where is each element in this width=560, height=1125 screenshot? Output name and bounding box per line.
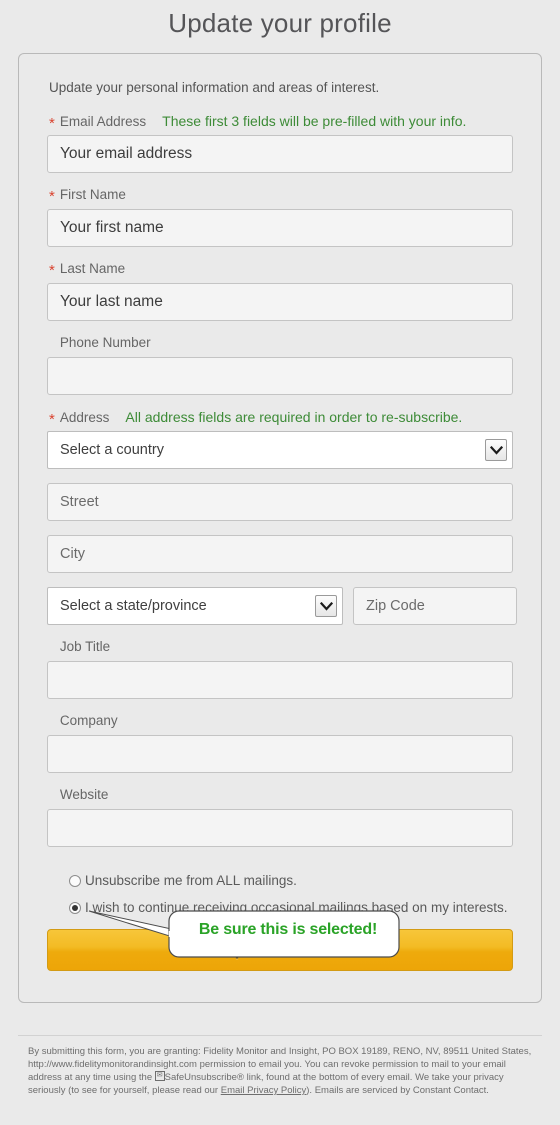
- footer-disclaimer: By submitting this form, you are grantin…: [28, 1045, 532, 1097]
- job-title-label-row: * Job Title: [49, 639, 513, 656]
- website-input[interactable]: [47, 809, 513, 847]
- first-name-input[interactable]: [47, 209, 513, 247]
- radio-label-unsubscribe-all: Unsubscribe me from ALL mailings.: [85, 873, 297, 888]
- chevron-down-icon: [315, 595, 337, 617]
- zip-input[interactable]: [353, 587, 517, 625]
- company-label: Company: [59, 713, 118, 728]
- state-select-value: Select a state/province: [60, 598, 207, 614]
- address-label-row: * Address All address fields are require…: [49, 409, 513, 428]
- country-select[interactable]: Select a country: [47, 431, 513, 469]
- address-label: Address: [59, 410, 110, 425]
- company-label-row: * Company: [49, 713, 513, 730]
- state-zip-row: Select a state/province: [47, 587, 517, 625]
- country-select-value: Select a country: [60, 442, 164, 458]
- footer-text-part3: ). Emails are serviced by Constant Conta…: [306, 1085, 489, 1096]
- envelope-icon: ✉: [154, 1071, 165, 1082]
- radio-label-continue-mailings: I wish to continue receiving occasional …: [85, 900, 508, 915]
- mailing-preference-group: Unsubscribe me from ALL mailings. I wish…: [69, 873, 513, 915]
- radio-icon-selected[interactable]: [69, 901, 81, 914]
- street-input[interactable]: [47, 483, 513, 521]
- website-label-row: * Website: [49, 787, 513, 804]
- phone-input[interactable]: [47, 357, 513, 395]
- form-intro-text: Update your personal information and are…: [49, 80, 380, 95]
- chevron-down-icon: [485, 439, 507, 461]
- first-name-label-row: * First Name: [49, 187, 513, 204]
- address-hint: All address fields are required in order…: [125, 409, 463, 425]
- email-label: Email Address: [59, 114, 147, 129]
- phone-label: Phone Number: [59, 335, 151, 350]
- radio-option-continue-mailings[interactable]: I wish to continue receiving occasional …: [69, 900, 513, 915]
- radio-option-unsubscribe-all[interactable]: Unsubscribe me from ALL mailings.: [69, 873, 513, 888]
- safe-unsubscribe-link[interactable]: SafeUnsubscribe®: [165, 1072, 244, 1083]
- state-select[interactable]: Select a state/province: [47, 587, 343, 625]
- website-label: Website: [59, 787, 109, 802]
- footer-divider: [18, 1035, 542, 1036]
- email-privacy-policy-link[interactable]: Email Privacy Policy: [221, 1085, 307, 1096]
- required-asterisk: *: [49, 262, 55, 279]
- prefill-hint: These first 3 fields will be pre-filled …: [162, 113, 467, 129]
- required-asterisk: *: [49, 411, 55, 428]
- update-profile-button[interactable]: Update Profile: [47, 929, 513, 971]
- page-title: Update your profile: [168, 8, 392, 38]
- city-input[interactable]: [47, 535, 513, 573]
- radio-icon[interactable]: [69, 874, 81, 887]
- last-name-label-row: * Last Name: [49, 261, 513, 278]
- job-title-label: Job Title: [59, 639, 111, 654]
- first-name-label: First Name: [59, 187, 126, 202]
- required-asterisk: *: [49, 115, 55, 132]
- phone-label-row: * Phone Number: [49, 335, 513, 352]
- profile-form-card: Update your personal information and are…: [18, 53, 542, 1003]
- required-asterisk: *: [49, 188, 55, 205]
- last-name-input[interactable]: [47, 283, 513, 321]
- last-name-label: Last Name: [59, 261, 126, 276]
- email-input[interactable]: [47, 135, 513, 173]
- job-title-input[interactable]: [47, 661, 513, 699]
- email-label-row: * Email Address These first 3 fields wil…: [49, 113, 513, 132]
- company-input[interactable]: [47, 735, 513, 773]
